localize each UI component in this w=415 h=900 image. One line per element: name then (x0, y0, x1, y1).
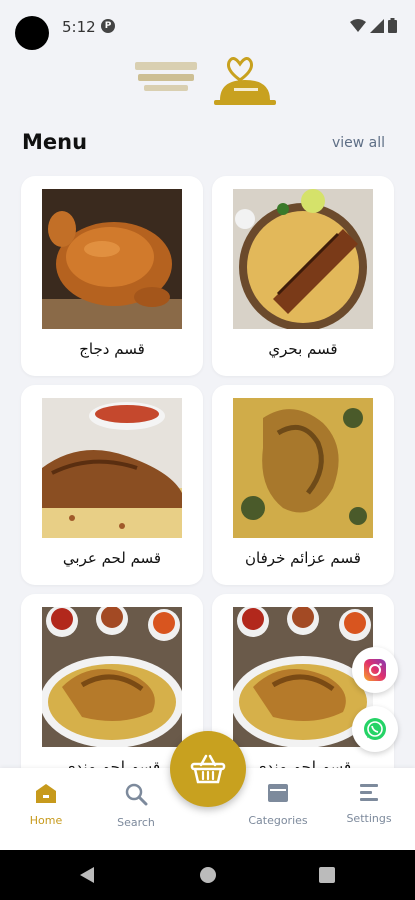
back-icon[interactable] (80, 867, 94, 883)
whatsapp-button[interactable] (352, 706, 398, 752)
cart-button[interactable] (170, 731, 246, 807)
categories-icon (268, 784, 288, 802)
status-time: 5:12 (62, 18, 96, 36)
basket-icon (190, 754, 226, 784)
view-all-link[interactable]: view all (332, 135, 385, 151)
category-card-seafood[interactable]: قسم بحري (212, 176, 394, 376)
card-label: قسم عزائم خرفان (245, 549, 361, 567)
home-icon (36, 784, 56, 803)
nav-settings-label: Settings (346, 812, 392, 825)
whatsapp-icon (364, 718, 386, 740)
menu-header: Menu view all (0, 128, 415, 160)
card-label: قسم بحري (268, 340, 338, 358)
lamb-mandi-image (42, 607, 182, 747)
system-navigation-bar (0, 850, 415, 900)
battery-icon (388, 18, 397, 33)
category-card-arabic-lamb[interactable]: قسم لحم عربي (21, 385, 203, 585)
nav-search-label: Search (117, 816, 155, 829)
nav-settings[interactable]: Settings (329, 782, 409, 825)
nav-home[interactable]: Home (6, 782, 86, 827)
category-card-whole-lamb[interactable]: قسم عزائم خرفان (212, 385, 394, 585)
nav-home-label: Home (29, 814, 63, 827)
nav-categories-label: Categories (248, 814, 308, 827)
instagram-icon (364, 659, 386, 681)
system-icons (350, 18, 397, 33)
card-label: قسم دجاج (79, 340, 145, 358)
roast-chicken-image (42, 189, 182, 329)
signal-icon (370, 18, 384, 33)
restaurant-logo (135, 57, 276, 105)
lamb-rice-image (42, 398, 182, 538)
menu-title: Menu (22, 130, 88, 154)
fish-rice-image (233, 189, 373, 329)
home-circle-icon[interactable] (199, 866, 217, 884)
search-icon (125, 783, 148, 806)
wifi-icon (350, 18, 366, 32)
recents-icon[interactable] (319, 867, 335, 883)
camera-cutout (15, 16, 49, 50)
instagram-button[interactable] (352, 647, 398, 693)
nav-search[interactable]: Search (96, 782, 176, 829)
nav-categories[interactable]: Categories (238, 782, 318, 827)
settings-menu-icon (360, 784, 378, 801)
category-card-chicken[interactable]: قسم دجاج (21, 176, 203, 376)
status-bar: 5:12 P (0, 0, 415, 60)
card-label: قسم لحم عربي (62, 549, 162, 567)
whole-lamb-rice-image (233, 398, 373, 538)
notification-badge-icon: P (101, 19, 115, 33)
